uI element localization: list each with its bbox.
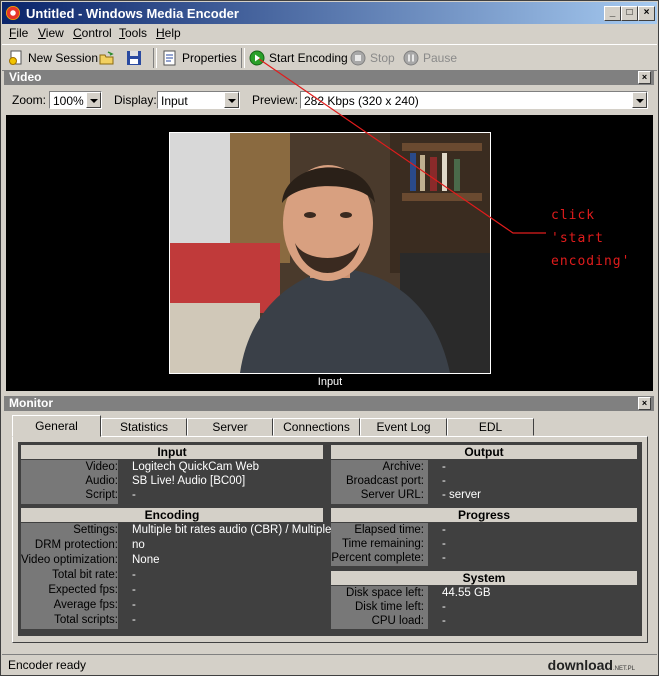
info-row: Script: - — [85, 489, 136, 501]
chevron-down-icon[interactable] — [632, 92, 647, 108]
menu-file[interactable]: File — [9, 26, 28, 40]
info-row: CPU load: - — [371, 615, 446, 627]
save-button[interactable] — [126, 48, 146, 68]
video-panel-header: Video × — [4, 70, 654, 85]
display-label: Display: — [114, 93, 157, 107]
info-row: DRM protection: no — [34, 539, 145, 551]
floppy-disk-icon — [126, 50, 142, 66]
toolbar: New Session Properties Start Encoding St… — [2, 44, 657, 71]
video-preview-area: Input click 'start encoding' — [6, 115, 653, 391]
stop-button[interactable]: Stop — [350, 48, 395, 68]
preview-select[interactable]: 282 Kbps (320 x 240) — [300, 91, 648, 109]
info-row: Disk space left: 44.55 GB — [346, 587, 491, 599]
chevron-down-icon[interactable] — [86, 92, 101, 108]
tab-event-log[interactable]: Event Log — [360, 418, 447, 436]
monitor-panel: General Statistics Server Connections Ev… — [2, 397, 657, 653]
menu-bar: File View Control Tools Help — [2, 24, 657, 43]
properties-button[interactable]: Properties — [162, 48, 237, 68]
minimize-button[interactable]: _ — [604, 6, 621, 21]
watermark-logo: download.NET.PL — [547, 657, 635, 673]
menu-tools[interactable]: Tools — [119, 26, 147, 40]
encoding-section-header: Encoding — [21, 508, 323, 522]
info-row: Total bit rate: - — [52, 569, 136, 581]
video-frame — [169, 132, 491, 374]
info-row: Elapsed time: - — [354, 524, 446, 536]
title-bar[interactable]: Untitled - Windows Media Encoder _ □ × — [2, 2, 657, 24]
info-row: Video optimization: None — [21, 554, 160, 566]
menu-view[interactable]: View — [38, 26, 64, 40]
info-row: Audio: SB Live! Audio [BC00] — [85, 475, 246, 487]
menu-control[interactable]: Control — [73, 26, 112, 40]
info-row: Archive: - — [382, 461, 446, 473]
toolbar-separator — [241, 48, 245, 68]
general-tab-content: Input Video: Logitech QuickCam Web Audio:… — [12, 436, 648, 643]
zoom-select[interactable]: 100% — [49, 91, 102, 109]
properties-icon — [162, 50, 178, 66]
video-caption: Input — [317, 376, 343, 388]
start-encoding-button[interactable]: Start Encoding — [249, 48, 348, 68]
app-icon[interactable] — [6, 6, 20, 20]
progress-section-header: Progress — [331, 508, 637, 522]
new-session-button[interactable]: New Session — [8, 48, 98, 68]
tab-server[interactable]: Server — [187, 418, 273, 436]
menu-help[interactable]: Help — [156, 26, 181, 40]
toolbar-separator — [153, 48, 157, 68]
zoom-label: Zoom: — [12, 93, 47, 107]
new-session-icon — [8, 50, 24, 66]
chevron-down-icon[interactable] — [224, 92, 239, 108]
status-bar: Encoder ready download.NET.PL — [2, 654, 657, 675]
info-row: Expected fps: - — [48, 584, 136, 596]
open-button[interactable] — [99, 48, 119, 68]
maximize-button[interactable]: □ — [621, 6, 638, 21]
pause-button[interactable]: Pause — [403, 48, 457, 68]
pause-icon — [403, 50, 419, 66]
system-section-header: System — [331, 571, 637, 585]
info-row: Disk time left: - — [354, 601, 446, 613]
input-section-header: Input — [21, 445, 323, 459]
play-icon — [249, 50, 265, 66]
video-panel-close-button[interactable]: × — [638, 71, 651, 84]
info-row: Time remaining: - — [341, 538, 446, 550]
status-text: Encoder ready — [8, 658, 87, 672]
info-row: Broadcast port: - — [346, 475, 446, 487]
open-folder-icon — [99, 50, 115, 66]
display-select[interactable]: Input — [157, 91, 240, 109]
tab-general[interactable]: General — [12, 415, 101, 437]
app-window: Untitled - Windows Media Encoder _ □ × F… — [0, 0, 659, 676]
annotation-line-1: click — [551, 208, 596, 223]
annotation-line-3: encoding' — [551, 254, 631, 269]
close-button[interactable]: × — [638, 6, 655, 21]
tab-connections[interactable]: Connections — [273, 418, 360, 436]
annotation-line-2: 'start — [551, 231, 604, 246]
info-row: Average fps: - — [53, 599, 136, 611]
general-info-grid: Input Video: Logitech QuickCam Web Audio:… — [18, 442, 642, 636]
tab-edl[interactable]: EDL — [447, 418, 534, 436]
output-section-header: Output — [331, 445, 637, 459]
info-row: Percent complete: - — [331, 552, 446, 564]
stop-icon — [350, 50, 366, 66]
tab-statistics[interactable]: Statistics — [101, 418, 187, 436]
webcam-input-image — [170, 133, 490, 373]
info-row: Settings: Multiple bit rates audio (CBR) … — [73, 524, 332, 536]
window-title: Untitled - Windows Media Encoder — [26, 6, 239, 21]
preview-label: Preview: — [252, 93, 299, 107]
video-controls: Zoom: 100% Display: Input Preview: 282 K… — [2, 87, 657, 115]
info-row: Video: Logitech QuickCam Web — [85, 461, 259, 473]
info-row: Server URL: - server — [360, 489, 481, 501]
info-row: Total scripts: - — [54, 614, 136, 626]
